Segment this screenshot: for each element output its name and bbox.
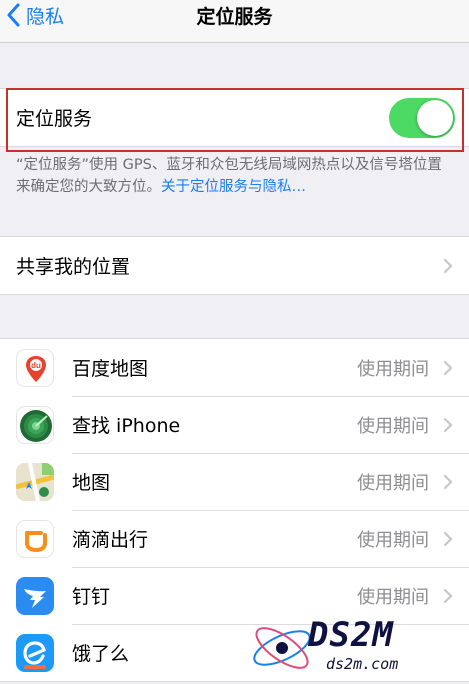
app-permission: 使用期间 — [357, 358, 429, 380]
app-name: 查找 iPhone — [72, 415, 181, 437]
share-location-label: 共享我的位置 — [16, 256, 131, 278]
page-title: 定位服务 — [196, 5, 273, 28]
toggle-knob — [417, 100, 453, 136]
app-name: 钉钉 — [72, 586, 111, 608]
app-row[interactable]: du 百度地图 使用期间 — [0, 339, 469, 396]
app-name: 饿了么 — [72, 643, 130, 665]
share-location-row[interactable]: 共享我的位置 — [0, 237, 469, 294]
location-services-group: 定位服务 — [0, 88, 469, 147]
chevron-right-icon — [443, 417, 453, 433]
navigation-bar: 隐私 定位服务 — [0, 0, 469, 43]
chevron-right-icon — [443, 258, 453, 274]
app-name: 地图 — [72, 472, 111, 494]
app-row[interactable]: 滴滴出行 使用期间 — [0, 510, 469, 567]
location-services-toggle[interactable] — [389, 98, 455, 138]
app-permission: 使用期间 — [357, 415, 429, 437]
app-row[interactable]: 查找 iPhone 使用期间 — [0, 396, 469, 453]
watermark-url: ds2m.com — [326, 655, 399, 673]
didi-icon — [16, 520, 54, 558]
baidu-maps-icon: du — [16, 349, 54, 387]
svg-text:du: du — [31, 361, 41, 370]
eleme-icon — [16, 634, 54, 672]
app-permission: 使用期间 — [357, 472, 429, 494]
location-services-label: 定位服务 — [16, 108, 93, 130]
location-services-description: “定位服务”使用 GPS、蓝牙和众包无线局域网热点以及信号塔位置来确定您的大致方… — [16, 154, 456, 198]
app-list: du 百度地图 使用期间 查找 iPhone 使用期间 地图 使用期间 滴滴出行… — [0, 338, 469, 682]
app-name: 滴滴出行 — [72, 529, 149, 551]
watermark-logo: DS2M — [308, 615, 394, 655]
location-services-row: 定位服务 — [0, 89, 469, 146]
app-permission: 使用期间 — [357, 586, 429, 608]
maps-icon — [16, 463, 54, 501]
share-location-group: 共享我的位置 — [0, 236, 469, 295]
app-row[interactable]: 钉钉 使用期间 — [0, 567, 469, 624]
app-row[interactable]: 饿了么 — [0, 624, 469, 681]
chevron-right-icon — [443, 531, 453, 547]
app-row[interactable]: 地图 使用期间 — [0, 453, 469, 510]
app-permission: 使用期间 — [357, 529, 429, 551]
chevron-right-icon — [443, 474, 453, 490]
chevron-right-icon — [443, 360, 453, 376]
dingtalk-icon — [16, 577, 54, 615]
app-name: 百度地图 — [72, 358, 149, 380]
privacy-link[interactable]: 关于定位服务与隐私… — [161, 179, 306, 195]
find-iphone-icon — [16, 406, 54, 444]
chevron-right-icon — [443, 588, 453, 604]
